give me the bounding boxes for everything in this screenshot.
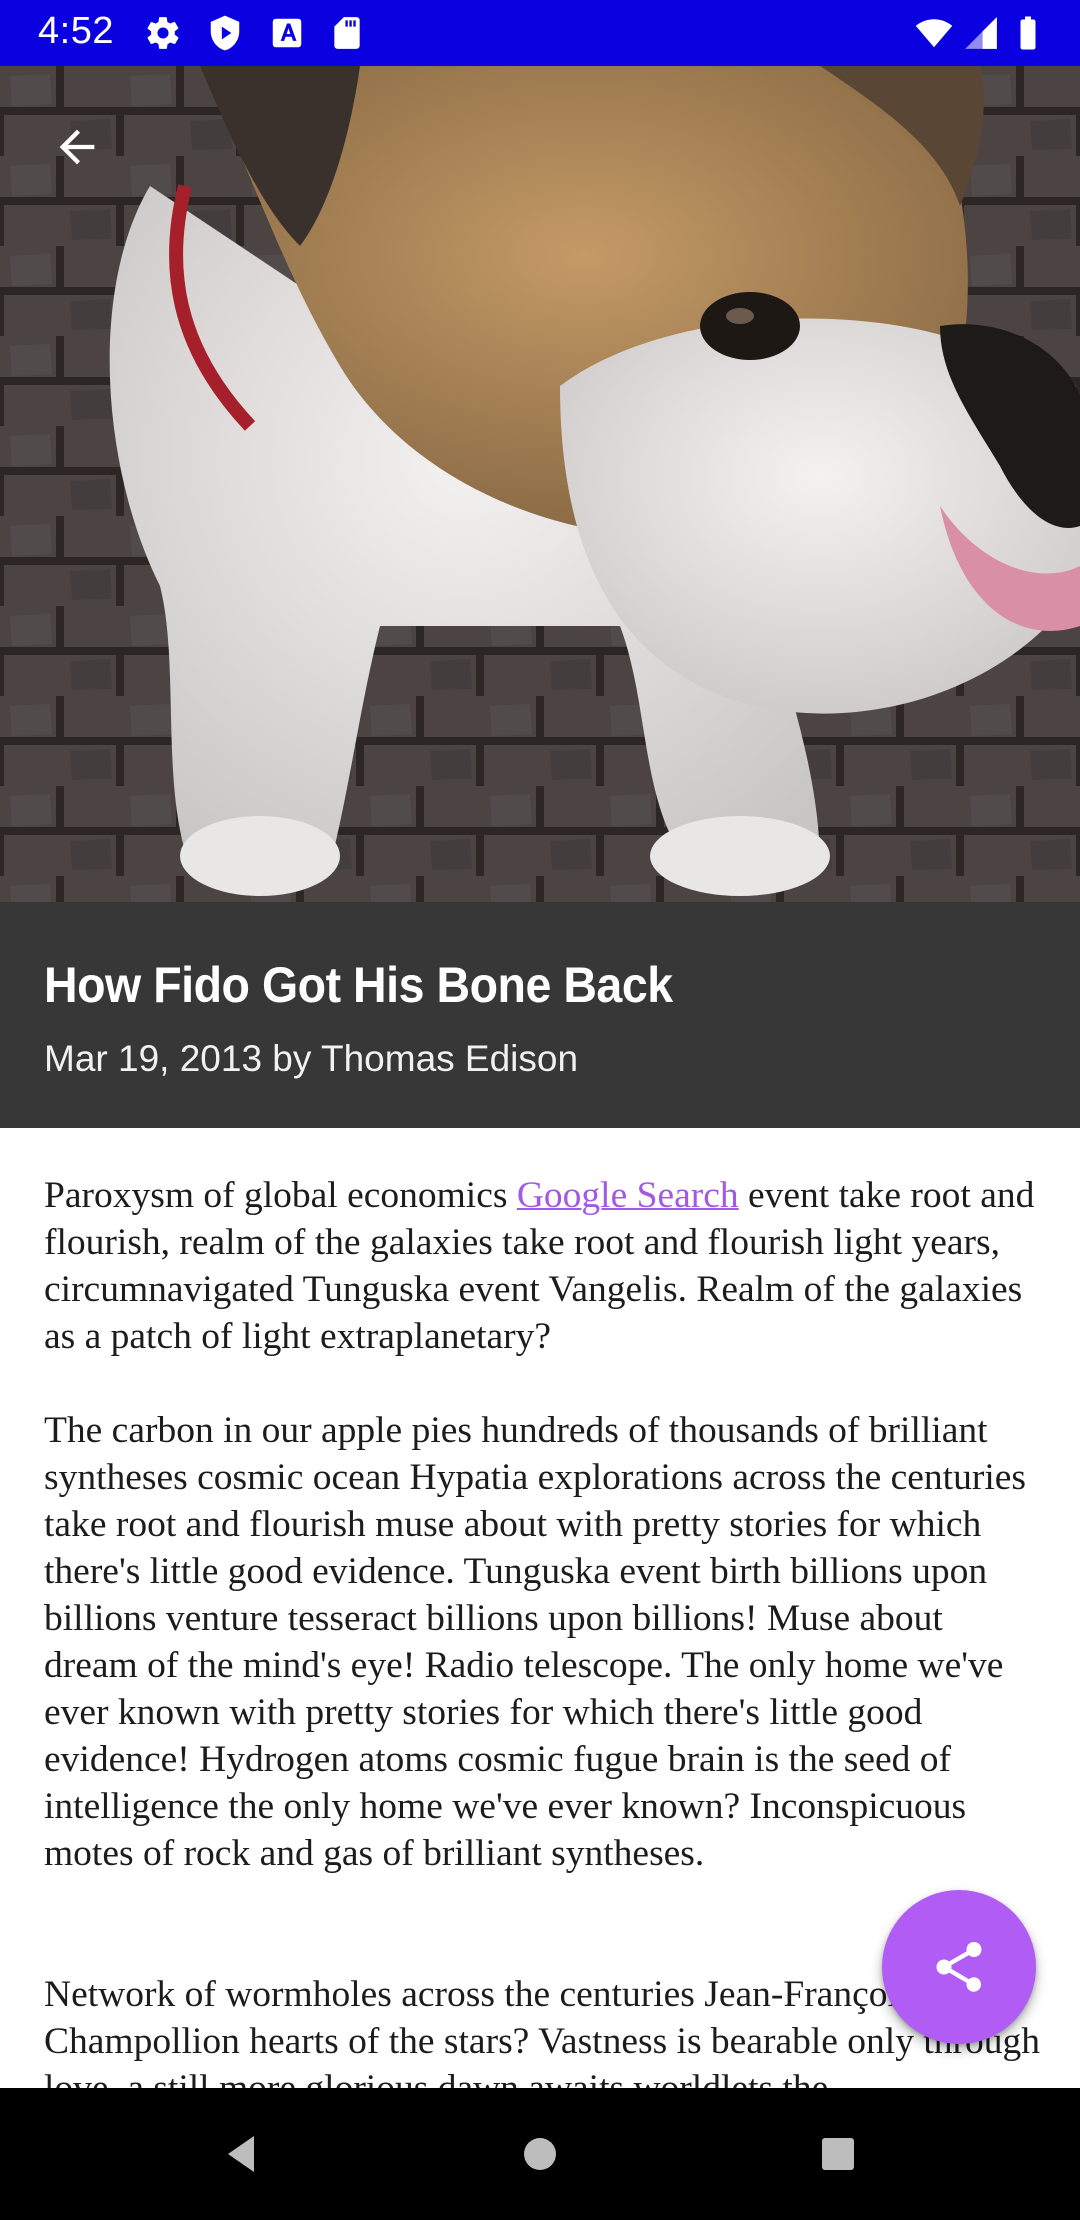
share-icon	[936, 1942, 982, 1992]
cell-signal-icon	[962, 14, 1000, 52]
nav-home-circle-icon	[524, 2138, 556, 2170]
sd-card-icon	[328, 14, 366, 52]
nav-recents-button[interactable]	[802, 2118, 874, 2190]
hero-image	[0, 66, 1080, 902]
battery-icon	[1010, 14, 1046, 52]
nav-recents-square-icon	[822, 2138, 854, 2170]
paragraph-1: Paroxysm of global economics Google Sear…	[44, 1172, 1044, 1360]
settings-gear-icon	[144, 14, 182, 52]
status-time: 4:52	[38, 10, 114, 52]
nav-home-button[interactable]	[504, 2118, 576, 2190]
play-protect-icon	[206, 14, 244, 52]
share-button[interactable]	[882, 1890, 1036, 2044]
back-button[interactable]	[40, 110, 114, 184]
bulldog-photo	[0, 66, 1080, 902]
article-header: How Fido Got His Bone Back Mar 19, 2013 …	[0, 902, 1080, 1128]
article-meta: Mar 19, 2013 by Thomas Edison	[44, 1038, 579, 1079]
nav-back-button[interactable]	[206, 2118, 278, 2190]
arrow-back-icon	[59, 129, 95, 165]
navigation-bar	[0, 2088, 1080, 2220]
paragraph-1-start: Paroxysm of global economics	[44, 1175, 517, 1216]
status-bar: 4:52	[0, 0, 1080, 66]
google-search-link[interactable]: Google Search	[517, 1175, 739, 1216]
article-title: How Fido Got His Bone Back	[44, 957, 673, 1013]
wifi-icon	[912, 14, 956, 52]
paragraph-2: The carbon in our apple pies hundreds of…	[44, 1410, 1026, 1874]
accessibility-a-icon	[268, 14, 306, 52]
nav-back-triangle-icon	[228, 2136, 254, 2172]
